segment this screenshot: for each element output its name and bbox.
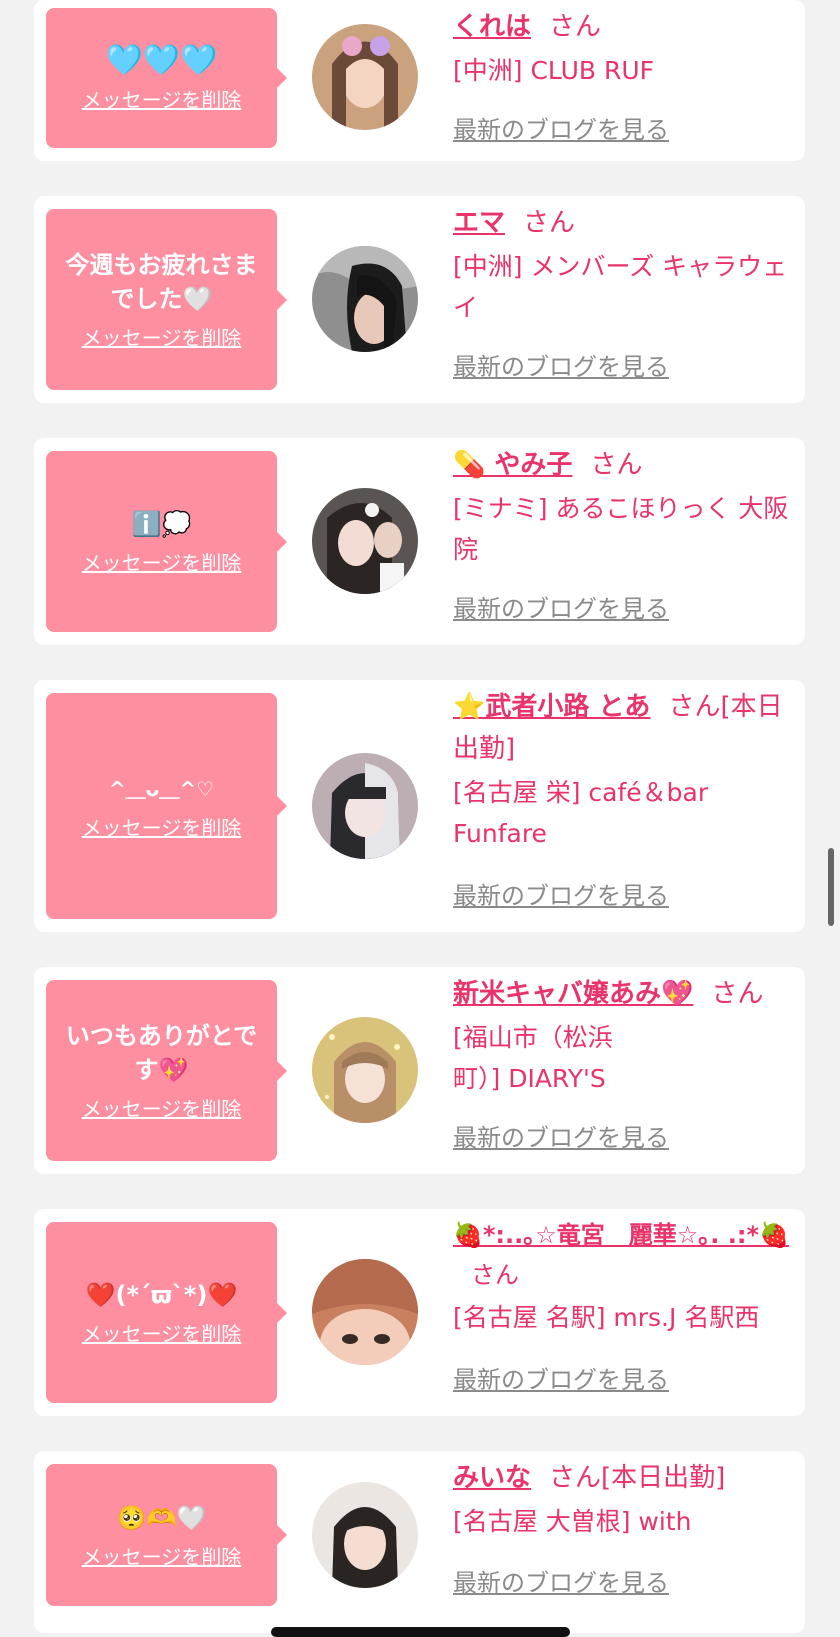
- delete-message-link[interactable]: メッセージを削除: [82, 812, 242, 841]
- honorific: さん: [590, 450, 643, 480]
- message-bubble: いつもありがとです💖 メッセージを削除: [46, 980, 287, 1161]
- avatar-image: [312, 1259, 418, 1365]
- honorific: さん: [523, 208, 576, 238]
- message-bubble: 🩵🩵🩵 メッセージを削除: [46, 8, 287, 148]
- message-bubble: ℹ️💭 メッセージを削除: [46, 451, 287, 632]
- avatar[interactable]: [312, 1482, 418, 1588]
- avatar-image: [312, 24, 418, 130]
- avatar[interactable]: [312, 24, 418, 130]
- latest-blog-link[interactable]: 最新のブログを見る: [453, 1118, 669, 1153]
- shop-name: [福山市（松浜町）] DIARY'S: [453, 1023, 613, 1093]
- shop-name: [中洲] メンバーズ キャラウェイ: [453, 252, 788, 322]
- cast-name-link[interactable]: 💊 やみ子: [453, 450, 572, 480]
- name-line: 新米キャバ嬢あみ💖 さん: [453, 973, 793, 1015]
- avatar-image: [312, 1017, 418, 1123]
- honorific: さん: [711, 979, 764, 1009]
- message-card: 🩵🩵🩵 メッセージを削除 くれは さん [中洲] CLUB RUF 最新のブログを…: [34, 0, 805, 161]
- cast-info: 🍓*:..｡☆竜宮 麗華☆｡. .:*🍓 さん [名古屋 名駅] mrs.J 名駅…: [453, 1215, 793, 1394]
- cast-info: くれは さん [中洲] CLUB RUF 最新のブログを見る: [453, 6, 793, 144]
- message-card: 今週もお疲れさまでした🤍 メッセージを削除 エマ さん [中洲] メンバーズ キャ…: [34, 196, 805, 403]
- cast-name-link[interactable]: 🍓*:..｡☆竜宮 麗華☆｡. .:*🍓: [453, 1221, 789, 1249]
- cast-name-link[interactable]: 新米キャバ嬢あみ💖: [453, 979, 693, 1009]
- message-card: 🥺🫶🤍 メッセージを削除 みいな さん[本日出勤] [名古屋 大曽根] with …: [34, 1451, 805, 1633]
- message-card: ^＿ᴗ＿^♡ メッセージを削除 ⭐武者小路 とあ さん[本日出勤] [名古屋 栄]…: [34, 680, 805, 932]
- name-line: エマ さん: [453, 202, 793, 244]
- message-text: 🩵🩵🩵: [105, 42, 218, 78]
- delete-message-link[interactable]: メッセージを削除: [82, 1093, 242, 1122]
- delete-message-link[interactable]: メッセージを削除: [82, 1318, 242, 1347]
- cast-info: 💊 やみ子 さん [ミナミ] あるこほりっく 大阪院 最新のブログを見る: [453, 444, 793, 623]
- cast-info: みいな さん[本日出勤] [名古屋 大曽根] with 最新のブログを見る: [453, 1457, 793, 1597]
- delete-message-link[interactable]: メッセージを削除: [82, 547, 242, 576]
- latest-blog-link[interactable]: 最新のブログを見る: [453, 1360, 669, 1395]
- avatar-image: [312, 488, 418, 594]
- shop-name: [名古屋 栄] café＆bar Funfare: [453, 778, 709, 848]
- avatar[interactable]: [312, 1259, 418, 1365]
- name-line: くれは さん: [453, 6, 793, 48]
- message-text: ^＿ᴗ＿^♡: [108, 776, 215, 801]
- avatar[interactable]: [312, 753, 418, 859]
- delete-message-link[interactable]: メッセージを削除: [82, 1541, 242, 1570]
- attendance-status: [本日出勤]: [601, 1463, 726, 1493]
- cast-name-link[interactable]: エマ: [453, 208, 505, 238]
- cast-info: ⭐武者小路 とあ さん[本日出勤] [名古屋 栄] café＆bar Funfar…: [453, 686, 793, 910]
- latest-blog-link[interactable]: 最新のブログを見る: [453, 876, 669, 911]
- cast-info: エマ さん [中洲] メンバーズ キャラウェイ 最新のブログを見る: [453, 202, 793, 381]
- name-line: 🍓*:..｡☆竜宮 麗華☆｡. .:*🍓 さん: [453, 1215, 793, 1295]
- message-card: ❤️(*´ϖ`*)❤️ メッセージを削除 🍓*:..｡☆竜宮 麗華☆｡. .:*…: [34, 1209, 805, 1416]
- message-bubble: ^＿ᴗ＿^♡ メッセージを削除: [46, 693, 287, 919]
- avatar-image: [312, 246, 418, 352]
- honorific: さん: [471, 1261, 519, 1289]
- shop-name: [ミナミ] あるこほりっく 大阪院: [453, 494, 789, 564]
- shop-name: [中洲] CLUB RUF: [453, 56, 655, 85]
- message-bubble: ❤️(*´ϖ`*)❤️ メッセージを削除: [46, 1222, 287, 1403]
- latest-blog-link[interactable]: 最新のブログを見る: [453, 110, 669, 145]
- delete-message-link[interactable]: メッセージを削除: [82, 322, 242, 351]
- name-line: 💊 やみ子 さん: [453, 444, 793, 486]
- honorific: さん: [668, 692, 721, 722]
- avatar-image: [312, 1482, 418, 1588]
- honorific: さん: [549, 12, 602, 42]
- message-bubble: 今週もお疲れさまでした🤍 メッセージを削除: [46, 209, 287, 390]
- message-text: ℹ️💭: [131, 510, 192, 538]
- latest-blog-link[interactable]: 最新のブログを見る: [453, 347, 669, 382]
- avatar[interactable]: [312, 246, 418, 352]
- cast-name-link[interactable]: ⭐武者小路 とあ: [453, 692, 650, 722]
- avatar-image: [312, 753, 418, 859]
- message-text: ❤️(*´ϖ`*)❤️: [85, 1281, 238, 1309]
- scrollbar[interactable]: [828, 848, 834, 926]
- message-bubble: 🥺🫶🤍 メッセージを削除: [46, 1464, 287, 1606]
- home-indicator[interactable]: [271, 1627, 570, 1637]
- avatar[interactable]: [312, 1017, 418, 1123]
- shop-name: [名古屋 大曽根] with: [453, 1507, 692, 1536]
- message-card: いつもありがとです💖 メッセージを削除 新米キャバ嬢あみ💖 さん [福山市（松浜町…: [34, 967, 805, 1174]
- latest-blog-link[interactable]: 最新のブログを見る: [453, 589, 669, 624]
- message-text: いつもありがとです💖: [65, 1022, 258, 1084]
- name-line: みいな さん[本日出勤]: [453, 1457, 793, 1499]
- message-text: 🥺🫶🤍: [116, 1503, 207, 1532]
- cast-name-link[interactable]: みいな: [453, 1463, 531, 1493]
- honorific: さん: [549, 1463, 602, 1493]
- delete-message-link[interactable]: メッセージを削除: [82, 84, 242, 113]
- cast-name-link[interactable]: くれは: [453, 12, 531, 42]
- cast-info: 新米キャバ嬢あみ💖 さん [福山市（松浜町）] DIARY'S 最新のブログを見る: [453, 973, 793, 1152]
- shop-name: [名古屋 名駅] mrs.J 名駅西: [453, 1303, 760, 1332]
- avatar[interactable]: [312, 488, 418, 594]
- name-line: ⭐武者小路 とあ さん[本日出勤]: [453, 686, 793, 770]
- latest-blog-link[interactable]: 最新のブログを見る: [453, 1563, 669, 1598]
- message-card: ℹ️💭 メッセージを削除 💊 やみ子 さん [ミナミ] あるこほりっく 大阪院 最…: [34, 438, 805, 645]
- message-text: 今週もお疲れさまでした🤍: [65, 251, 258, 313]
